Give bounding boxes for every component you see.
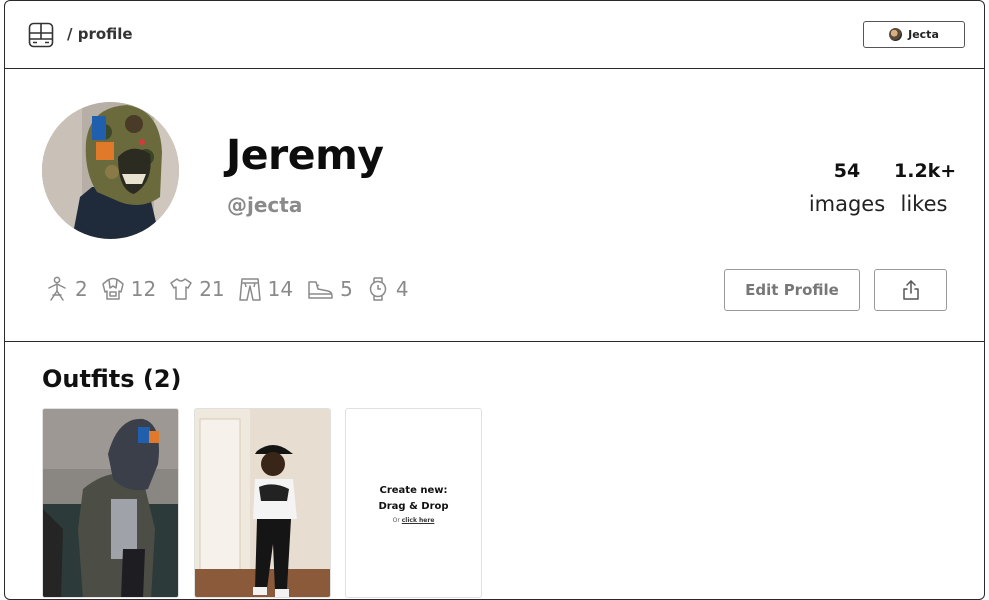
person-icon [48,276,66,301]
user-avatar-icon [889,28,903,41]
pants-icon [238,278,261,301]
shoe-icon [308,281,333,299]
profile-section: Jeremy @jecta 54 images 1.2k+ likes 2 12… [5,69,984,342]
images-label: images [808,192,886,216]
click-here-link[interactable]: click here [402,517,435,524]
create-title: Create new: [379,485,448,496]
profile-avatar [42,102,179,239]
outfit-photo [43,409,178,597]
count-tshirts[interactable]: 21 [169,276,225,302]
wardrobe-logo-icon[interactable] [28,22,54,48]
images-stat: 54 images [808,160,886,216]
likes-label: likes [900,192,948,216]
count-hoodies-value: 12 [130,277,157,301]
profile-name: Jeremy [226,131,384,179]
count-watches[interactable]: 4 [366,276,409,302]
likes-stat: 1.2k+ likes [894,160,957,216]
outfit-card[interactable] [194,408,331,598]
create-outfit-dropzone[interactable]: Create new: Drag & Drop Or click here [345,408,482,598]
likes-count: 1.2k+ [894,160,957,182]
count-shoes[interactable]: 5 [306,276,353,302]
outfit-photo [195,409,330,597]
create-alternative: Or click here [346,517,481,524]
count-hoodies[interactable]: 12 [101,276,156,302]
count-pants-value: 14 [267,277,294,301]
tshirt-icon [170,278,192,300]
outfits-heading: Outfits (2) [42,365,182,393]
share-button[interactable] [874,269,947,311]
count-tshirts-value: 21 [199,277,225,301]
count-people[interactable]: 2 [45,276,88,302]
app-frame: / profile Jecta Jeremy @jecta 54 images … [4,0,985,600]
or-text: Or [392,517,400,524]
count-people-value: 2 [75,277,88,301]
watch-icon [369,277,387,301]
share-icon [902,280,919,300]
wardrobe-counts: 2 12 21 14 5 4 [45,276,422,302]
profile-handle: @jecta [227,193,303,217]
top-bar: / profile Jecta [5,1,984,69]
count-watches-value: 4 [395,277,409,301]
drag-drop-label: Drag & Drop [378,501,449,512]
outfit-card[interactable] [42,408,179,598]
avatar-photo [42,102,179,239]
count-pants[interactable]: 14 [238,276,293,302]
images-count: 54 [833,160,861,182]
edit-profile-button[interactable]: Edit Profile [724,269,860,311]
breadcrumb: / profile [67,25,133,43]
user-chip-label: Jecta [908,28,939,41]
user-menu-button[interactable]: Jecta [863,21,965,48]
count-shoes-value: 5 [340,277,353,301]
hoodie-icon [101,277,124,300]
create-outfit-text: Create new: Drag & Drop Or click here [346,483,481,524]
